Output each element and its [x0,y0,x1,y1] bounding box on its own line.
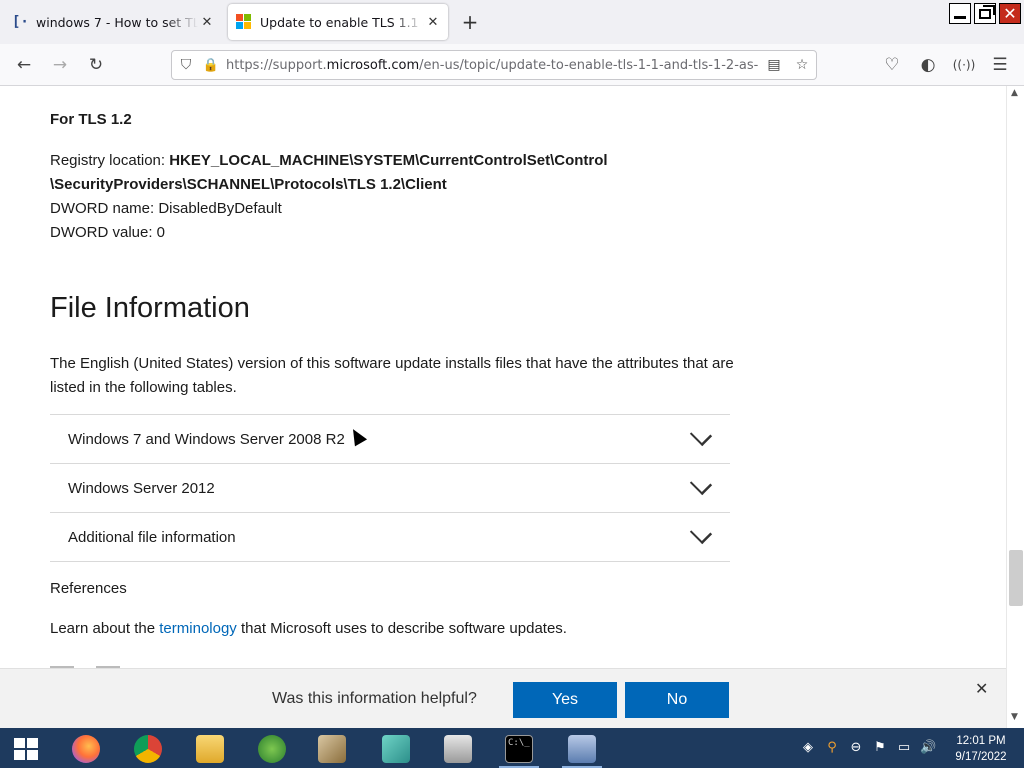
accordion-item-server2012[interactable]: Windows Server 2012 [50,464,730,513]
status-tray-icon[interactable]: ⊖ [848,740,864,755]
flag-tray-icon[interactable]: ⚑ [872,740,888,755]
tab-update-tls[interactable]: Update to enable TLS 1.1 and TLS ✕ [228,4,448,40]
file-explorer-icon[interactable] [190,732,230,766]
microsoft-logo-icon [236,14,252,30]
command-prompt-icon[interactable]: C:\_ [499,732,539,768]
tab-tls-settings[interactable]: [· windows 7 - How to set TLS pro ✕ [4,4,222,40]
page-content: For TLS 1.2 Registry location: HKEY_LOCA… [0,86,1006,668]
shield-icon[interactable]: ⛉ [172,57,200,73]
no-button[interactable]: No [625,682,729,718]
chrome-icon[interactable] [128,732,168,766]
windows-start-icon[interactable] [14,738,38,760]
taskbar: C:\_ ◈ ⚲ ⊖ ⚑ ▭ 🔊 12:01 PM 9/17/2022 [0,728,1024,768]
accordion-label: Windows Server 2012 [68,479,215,497]
navigation-bar: ← → ↻ ⛉ 🔒 https://support.microsoft.com/… [0,44,1024,86]
new-tab-button[interactable]: + [458,10,482,34]
chevron-down-icon[interactable] [689,472,713,496]
intro-paragraph: The English (United States) version of t… [50,355,734,396]
clock-date: 9/17/2022 [955,751,1007,763]
back-button[interactable]: ← [10,52,38,78]
url-text[interactable]: https://support.microsoft.com/en-us/topi… [222,58,760,73]
taskbar-clock[interactable]: 12:01 PM 9/17/2022 [946,733,1016,765]
bracket-favicon-icon: [· [12,14,29,30]
tls-heading: For TLS 1.2 [50,111,132,128]
registry-path-2: \SecurityProviders\SCHANNEL\Protocols\TL… [50,176,447,193]
account-icon[interactable]: ◐ [914,52,942,78]
tab-strip: [· windows 7 - How to set TLS pro ✕ Upda… [0,0,1024,44]
registry-path-1: HKEY_LOCAL_MACHINE\SYSTEM\CurrentControl… [169,152,608,169]
firefox-icon[interactable] [66,732,106,766]
page-scrollbar[interactable]: ▲ ▼ [1006,86,1024,728]
reload-button[interactable]: ↻ [82,52,110,78]
registry-block: Registry location: HKEY_LOCAL_MACHINE\SY… [50,149,690,245]
system-tray: ◈ ⚲ ⊖ ⚑ ▭ 🔊 [800,740,936,755]
address-bar[interactable]: ⛉ 🔒 https://support.microsoft.com/en-us/… [171,50,817,80]
terminology-link[interactable]: terminology [159,620,237,637]
network-globe-icon[interactable] [252,732,292,766]
accordion-label: Windows 7 and Windows Server 2008 R2 [68,430,345,448]
puzzle-app-icon[interactable] [376,732,416,766]
references-heading: References [50,580,127,597]
learn-line: Learn about the terminology that Microso… [50,620,567,637]
dword-name: DWORD name: DisabledByDefault [50,200,282,217]
menu-icon[interactable]: ☰ [986,52,1014,78]
forward-button[interactable]: → [46,52,74,78]
remote-desktop-icon[interactable] [562,732,602,768]
tab-title: windows 7 - How to set TLS pro [36,14,198,30]
scroll-up-icon[interactable]: ▲ [1011,88,1018,98]
scroll-down-icon[interactable]: ▼ [1011,712,1018,722]
minimize-button[interactable] [949,3,971,24]
scroll-thumb[interactable] [1009,550,1023,606]
chevron-down-icon[interactable] [689,521,713,545]
file-info-accordion: Windows 7 and Windows Server 2008 R2 Win… [50,414,730,562]
file-info-heading: File Information [50,292,250,324]
tab-close-icon[interactable]: ✕ [198,15,216,30]
reader-view-icon[interactable]: ▤ [760,57,788,73]
lock-icon[interactable]: 🔒 [200,58,222,73]
yes-button[interactable]: Yes [513,682,617,718]
chevron-down-icon[interactable] [689,423,713,447]
bookmark-star-icon[interactable]: ☆ [788,57,816,73]
accordion-label: Additional file information [68,528,236,546]
tools-app-icon[interactable] [312,732,352,766]
tab-title: Update to enable TLS 1.1 and TLS [260,14,424,30]
network-tray-icon[interactable]: ◈ [800,740,816,755]
tab-close-icon[interactable]: ✕ [424,15,442,30]
accordion-item-additional[interactable]: Additional file information [50,513,730,562]
accordion-item-windows7[interactable]: Windows 7 and Windows Server 2008 R2 [50,415,730,464]
pocket-icon[interactable]: ♡ [878,52,906,78]
feedback-bar: Was this information helpful? Yes No ✕ [0,668,1006,728]
window-close-button[interactable]: ✕ [999,3,1021,24]
display-tray-icon[interactable]: ▭ [896,740,912,755]
maximize-button[interactable] [974,3,996,24]
close-icon[interactable]: ✕ [975,679,988,699]
search-tray-icon[interactable]: ⚲ [824,740,840,755]
extension-icon[interactable]: ((·)) [950,52,978,78]
registry-label: Registry location: [50,152,170,169]
volume-icon[interactable]: 🔊 [920,740,936,755]
calculator-icon[interactable] [438,732,478,766]
feedback-question: Was this information helpful? [272,690,477,707]
dword-value: DWORD value: 0 [50,224,166,241]
clock-time: 12:01 PM [956,735,1006,747]
